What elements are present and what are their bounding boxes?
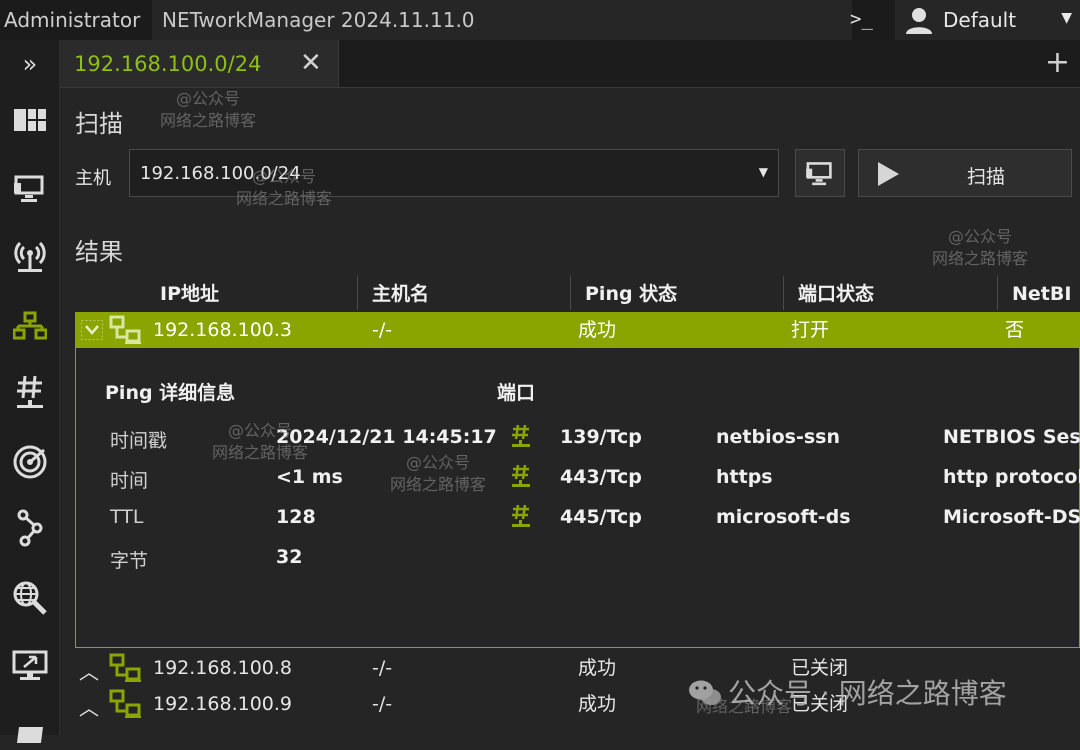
tab-bar: 192.168.100.0/24 ✕ + <box>60 40 1080 88</box>
row-ping-status: 成功 <box>578 319 617 341</box>
results-section-title: 结果 <box>75 238 123 266</box>
port-description: NETBIOS Session Service <box>943 426 1080 448</box>
row-ip: 192.168.100.8 <box>153 657 293 679</box>
close-icon[interactable]: ✕ <box>300 50 322 76</box>
timestamp-value: 2024/12/21 14:45:17 <box>276 426 497 448</box>
column-header-hostname[interactable]: 主机名 <box>372 278 429 310</box>
bytes-label: 字节 <box>110 550 149 572</box>
port-icon <box>512 464 530 487</box>
network-interface-button[interactable] <box>795 149 845 197</box>
expand-sidebar-button[interactable]: » <box>0 40 60 88</box>
traceroute-icon[interactable] <box>0 506 60 550</box>
row-netbios: 否 <box>1005 319 1025 341</box>
port-number: 443/Tcp <box>560 466 642 488</box>
row-detail-panel: Ping 详细信息 端口 时间戳 2024/12/21 14:45:17 时间 … <box>75 348 1080 648</box>
port-number: 139/Tcp <box>560 426 642 448</box>
row-ping-status: 成功 <box>578 693 617 715</box>
host-label: 主机 <box>75 168 111 189</box>
scan-button-label: 扫描 <box>967 166 1006 188</box>
bytes-value: 32 <box>276 546 303 568</box>
ping-monitor-icon[interactable] <box>0 440 60 484</box>
timestamp-label: 时间戳 <box>110 430 168 452</box>
profile-selector[interactable]: Default ▼ <box>895 0 1080 40</box>
port-protocol: https <box>716 466 773 488</box>
play-icon <box>878 162 899 186</box>
column-divider[interactable] <box>570 276 571 310</box>
terminal-icon[interactable]: >_ <box>850 8 873 30</box>
scan-button[interactable]: 扫描 <box>858 149 1072 197</box>
wechat-watermark: 公众号 · 网络之路博客 <box>688 672 1007 712</box>
network-interface-icon[interactable] <box>0 166 60 210</box>
user-icon <box>906 8 932 34</box>
column-header-port-status[interactable]: 端口状态 <box>798 278 874 310</box>
remote-desktop-icon[interactable] <box>0 644 60 688</box>
powershell-icon[interactable] <box>0 706 60 750</box>
main-panel: 扫描 主机 192.168.100.0/24 ▼ 扫描 结果 IP地址 主机名 … <box>60 88 1080 735</box>
column-header-netbios[interactable]: NetBI <box>1012 278 1080 310</box>
port-protocol: microsoft-ds <box>716 506 851 528</box>
column-header-ping-status[interactable]: Ping 状态 <box>585 278 677 310</box>
row-hostname: -/- <box>372 693 393 715</box>
port-icon <box>512 504 530 527</box>
network-host-icon <box>109 315 141 344</box>
port-number: 445/Tcp <box>560 506 642 528</box>
add-tab-button[interactable]: + <box>1045 48 1070 78</box>
chevron-up-icon[interactable]: ︿ <box>79 656 99 685</box>
table-row-selected[interactable]: 192.168.100.3 -/- 成功 打开 否 <box>75 312 1080 348</box>
row-hostname: -/- <box>372 657 393 679</box>
column-header-ip[interactable]: IP地址 <box>160 278 219 310</box>
column-divider[interactable] <box>997 276 998 310</box>
wifi-icon[interactable] <box>0 234 60 278</box>
host-input[interactable]: 192.168.100.0/24 ▼ <box>129 149 779 197</box>
ttl-label: TTL <box>110 506 144 528</box>
chevron-down-icon[interactable] <box>81 320 103 340</box>
column-divider[interactable] <box>783 276 784 310</box>
wechat-icon <box>689 680 721 705</box>
sidebar: » <box>0 40 60 743</box>
column-divider[interactable] <box>357 276 358 310</box>
tab-label: 192.168.100.0/24 <box>74 52 262 76</box>
time-value: <1 ms <box>276 466 343 488</box>
row-ping-status: 成功 <box>578 657 617 679</box>
port-description: http protocol over TLS/SSL <box>943 466 1080 488</box>
row-ip: 192.168.100.3 <box>153 319 293 341</box>
profile-name: Default <box>943 8 1017 32</box>
chevron-up-icon[interactable]: ︿ <box>79 692 99 721</box>
ping-details-title: Ping 详细信息 <box>105 382 236 404</box>
user-label: Administrator <box>4 8 141 32</box>
port-scanner-icon[interactable] <box>0 370 60 414</box>
ttl-value: 128 <box>276 506 316 528</box>
network-host-icon <box>109 653 141 682</box>
row-port-status: 打开 <box>791 319 830 341</box>
chevron-down-icon[interactable]: ▼ <box>759 165 768 179</box>
row-ip: 192.168.100.9 <box>153 693 293 715</box>
ip-scanner-icon[interactable] <box>0 304 60 348</box>
row-hostname: -/- <box>372 319 393 341</box>
time-label: 时间 <box>110 470 149 492</box>
window-title: NETworkManager 2024.11.11.0 <box>152 0 852 40</box>
port-description: Microsoft-DS <box>943 506 1080 528</box>
tab-ip-range[interactable]: 192.168.100.0/24 ✕ <box>60 40 339 87</box>
dns-lookup-icon[interactable] <box>0 576 60 620</box>
dashboard-icon[interactable] <box>0 98 60 142</box>
scan-section-title: 扫描 <box>75 110 123 138</box>
ports-title: 端口 <box>497 382 536 404</box>
chevron-down-icon: ▼ <box>1061 10 1072 26</box>
port-protocol: netbios-ssn <box>716 426 841 448</box>
host-input-value: 192.168.100.0/24 <box>140 163 301 184</box>
network-host-icon <box>109 689 141 718</box>
network-interface-icon <box>806 162 832 186</box>
port-icon <box>512 424 530 447</box>
title-bar: Administrator NETworkManager 2024.11.11.… <box>0 0 1080 40</box>
